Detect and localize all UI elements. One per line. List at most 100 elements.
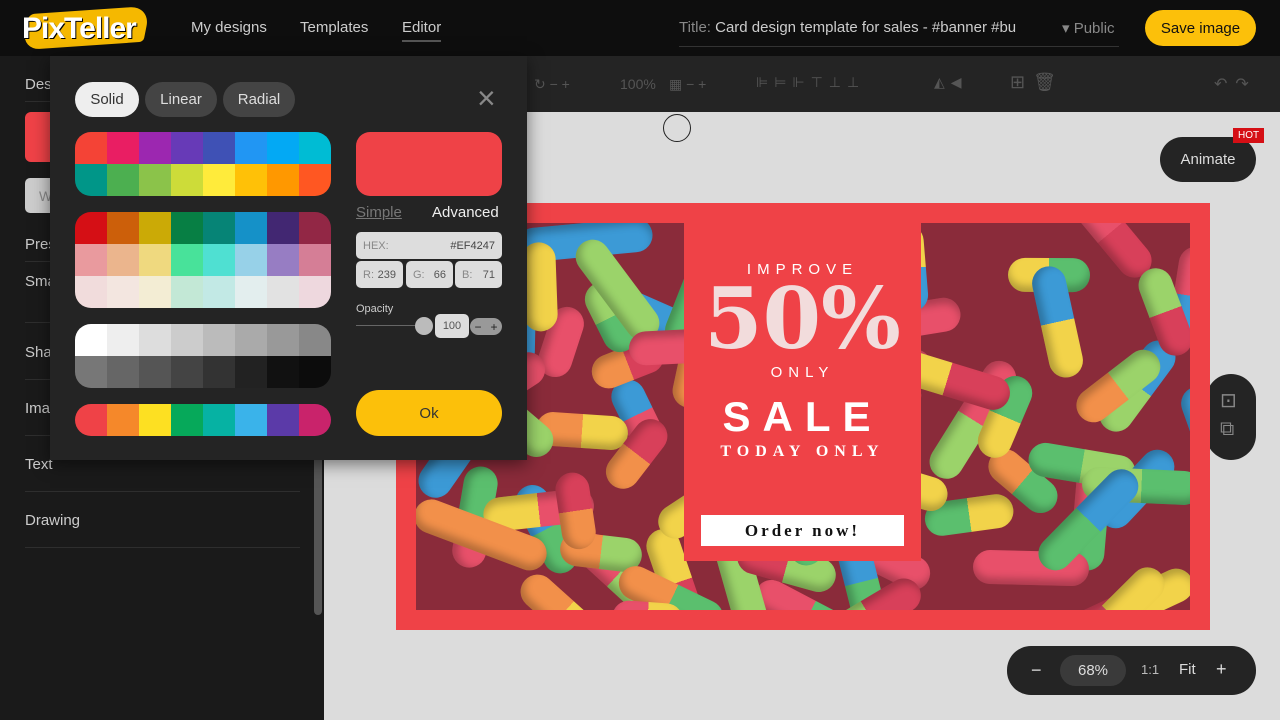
red-field[interactable]: R: 239 (356, 261, 403, 288)
pixteller-logo[interactable]: PixTeller (20, 5, 151, 51)
mode-simple[interactable]: Simple (356, 204, 402, 221)
color-swatch[interactable] (299, 276, 331, 308)
tab-radial[interactable]: Radial (223, 82, 295, 117)
color-swatch[interactable] (267, 324, 299, 356)
color-swatch[interactable] (75, 244, 107, 276)
color-swatch[interactable] (299, 404, 331, 436)
color-swatch[interactable] (299, 132, 331, 164)
tab-solid[interactable]: Solid (75, 82, 139, 117)
color-swatch[interactable] (267, 164, 299, 196)
transparency-icon[interactable]: ▦ − + (669, 76, 706, 93)
color-swatch[interactable] (171, 404, 203, 436)
opacity-stepper[interactable]: − + (470, 318, 502, 335)
color-swatch[interactable] (203, 276, 235, 308)
color-swatch[interactable] (75, 356, 107, 388)
visibility-dropdown[interactable]: ▾ Public (1062, 19, 1115, 37)
color-swatch[interactable] (267, 404, 299, 436)
color-swatch[interactable] (139, 212, 171, 244)
color-swatch[interactable] (267, 244, 299, 276)
color-swatch[interactable] (171, 244, 203, 276)
duplicate-delete-icons[interactable]: ⊞🗑 (1010, 72, 1064, 93)
color-swatch[interactable] (203, 244, 235, 276)
color-swatch[interactable] (75, 164, 107, 196)
color-swatch[interactable] (171, 276, 203, 308)
order-now-button[interactable]: Order now! (701, 515, 904, 546)
color-swatch[interactable] (267, 356, 299, 388)
mode-advanced[interactable]: Advanced (432, 204, 499, 221)
undo-redo-icons[interactable]: ↶↷ (1214, 74, 1257, 94)
save-image-button[interactable]: Save image (1145, 10, 1256, 46)
color-swatch[interactable] (139, 132, 171, 164)
color-swatch[interactable] (299, 164, 331, 196)
color-swatch[interactable] (107, 244, 139, 276)
flip-icons[interactable]: ◭◀ (934, 74, 968, 91)
color-swatch[interactable] (171, 324, 203, 356)
hex-field[interactable]: HEX: #EF4247 (356, 232, 502, 259)
title-input[interactable]: Title: Card design template for sales - … (679, 19, 1119, 47)
color-swatch[interactable] (203, 404, 235, 436)
sidebar-item-drawing[interactable]: Drawing (25, 512, 300, 548)
color-swatch[interactable] (267, 276, 299, 308)
color-swatch[interactable] (203, 212, 235, 244)
zoom-1to1-button[interactable]: 1:1 (1141, 662, 1159, 677)
color-swatch[interactable] (139, 244, 171, 276)
color-swatch[interactable] (75, 132, 107, 164)
color-swatch[interactable] (107, 132, 139, 164)
rotate-icon[interactable]: ↻ − + (534, 76, 570, 93)
color-swatch[interactable] (267, 132, 299, 164)
text-today-only[interactable]: TODAY ONLY (684, 443, 921, 461)
green-field[interactable]: G: 66 (406, 261, 453, 288)
text-50-percent[interactable]: 50% (684, 277, 921, 361)
ok-button[interactable]: Ok (356, 390, 502, 436)
sidebar-item-text[interactable]: Text (25, 456, 300, 492)
color-swatch[interactable] (107, 164, 139, 196)
align-icons[interactable]: ⊫⊨⊩⊤⊥⊥ (756, 74, 865, 91)
color-swatch[interactable] (203, 132, 235, 164)
color-swatch[interactable] (139, 276, 171, 308)
color-swatch[interactable] (171, 132, 203, 164)
color-swatch[interactable] (267, 212, 299, 244)
color-swatch[interactable] (299, 244, 331, 276)
duplicate-page-icon[interactable]: ⧉ (1220, 418, 1234, 441)
color-swatch[interactable] (203, 356, 235, 388)
nav-my-designs[interactable]: My designs (191, 19, 267, 36)
color-swatch[interactable] (107, 212, 139, 244)
color-swatch[interactable] (139, 324, 171, 356)
color-swatch[interactable] (203, 164, 235, 196)
color-swatch[interactable] (203, 324, 235, 356)
color-swatch[interactable] (235, 132, 267, 164)
opacity-slider-handle[interactable] (415, 317, 433, 335)
zoom-value[interactable]: 68% (1060, 655, 1126, 686)
blue-field[interactable]: B: 71 (455, 261, 502, 288)
animate-button[interactable]: Animate (1160, 137, 1256, 182)
color-swatch[interactable] (299, 356, 331, 388)
color-swatch[interactable] (139, 356, 171, 388)
zoom-in-button[interactable]: + (1216, 659, 1227, 680)
zoom-fit-button[interactable]: Fit (1179, 661, 1196, 678)
color-swatch[interactable] (107, 276, 139, 308)
color-swatch[interactable] (107, 356, 139, 388)
opacity-input[interactable]: 100 (435, 314, 469, 338)
color-swatch[interactable] (139, 164, 171, 196)
nav-templates[interactable]: Templates (300, 19, 368, 36)
tab-linear[interactable]: Linear (145, 82, 217, 117)
color-swatch[interactable] (171, 356, 203, 388)
color-swatch[interactable] (107, 404, 139, 436)
color-swatch[interactable] (75, 212, 107, 244)
color-swatch[interactable] (75, 404, 107, 436)
color-swatch[interactable] (235, 276, 267, 308)
color-swatch[interactable] (75, 276, 107, 308)
color-swatch[interactable] (299, 324, 331, 356)
color-swatch[interactable] (299, 212, 331, 244)
color-swatch[interactable] (171, 212, 203, 244)
color-swatch[interactable] (235, 356, 267, 388)
color-swatch[interactable] (235, 212, 267, 244)
nav-editor[interactable]: Editor (402, 19, 442, 42)
sale-panel[interactable]: IMPROVE 50% ONLY SALE TODAY ONLY Order n… (684, 223, 921, 561)
add-page-icon[interactable]: ⊡ (1220, 388, 1237, 413)
color-swatch[interactable] (235, 244, 267, 276)
color-swatch[interactable] (75, 324, 107, 356)
opacity-level[interactable]: 100% (620, 76, 656, 92)
close-icon[interactable]: × (477, 82, 496, 114)
color-swatch[interactable] (235, 324, 267, 356)
